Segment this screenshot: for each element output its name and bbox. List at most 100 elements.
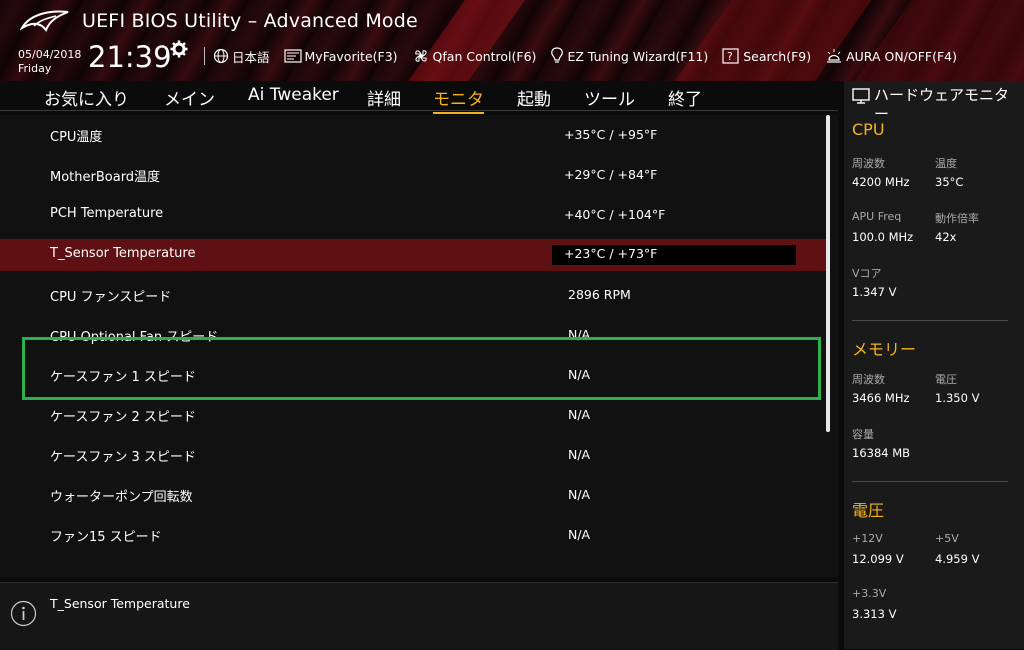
section-divider [852, 481, 1008, 482]
item-label: CPU温度 [50, 130, 103, 145]
item-value: N/A [568, 367, 591, 382]
monitor-settings-list: CPU温度 +35°C / +95°F MotherBoard温度 +29°C … [0, 115, 838, 577]
list-item[interactable]: ケースファン 3 スピード N/A [0, 439, 826, 471]
search-icon: ? [722, 48, 739, 64]
list-item[interactable]: CPU Optional Fan スピード N/A [0, 319, 826, 351]
list-item[interactable]: CPU ファンスピード 2896 RPM [0, 279, 826, 311]
header-decoration [647, 0, 893, 81]
item-value: N/A [568, 327, 591, 342]
item-label: CPU Optional Fan スピード [50, 330, 219, 345]
item-value: +29°C / +84°F [564, 167, 658, 182]
toolbar-divider [204, 47, 205, 65]
monitor-title-text: ハードウェアモニター [874, 86, 1010, 123]
v12-value: 12.099 V [852, 552, 904, 566]
list-item[interactable]: PCH Temperature +40°C / +104°F [0, 199, 826, 231]
tab-exit[interactable]: 終了 [668, 85, 702, 110]
item-value: +23°C / +73°F [552, 245, 796, 265]
item-value: +35°C / +95°F [564, 127, 658, 142]
item-value: N/A [568, 407, 591, 422]
cpu-freq-label: 周波数 [852, 157, 885, 170]
apu-freq-label: APU Freq [852, 210, 902, 223]
mem-freq-label: 周波数 [852, 373, 885, 386]
mem-capacity-value: 16384 MB [852, 446, 911, 460]
ez-tuning-wizard-label: EZ Tuning Wizard(F11) [567, 48, 709, 64]
help-bar: T_Sensor Temperature [0, 582, 838, 650]
scrollbar[interactable] [826, 115, 830, 432]
hardware-monitor-panel: ハードウェアモニター CPU 周波数 温度 4200 MHz 35°C APU … [844, 81, 1024, 649]
qfan-control-button[interactable]: Qfan Control(F6) [412, 47, 537, 65]
tab-favorites[interactable]: お気に入り [44, 85, 129, 110]
item-label: ケースファン 3 スピード [50, 450, 196, 465]
vcore-label: Vコア [852, 267, 882, 280]
search-button[interactable]: ? Search(F9) [722, 48, 811, 64]
cpu-freq-value: 4200 MHz [852, 175, 910, 189]
v33-value: 3.313 V [852, 607, 897, 621]
search-label: Search(F9) [743, 48, 812, 64]
ratio-value: 42x [935, 230, 957, 244]
item-label: CPU ファンスピード [50, 290, 172, 305]
item-label: T_Sensor Temperature [50, 246, 196, 261]
item-label: ケースファン 1 スピード [50, 370, 196, 385]
cpu-temp-label: 温度 [935, 157, 957, 170]
fan-icon [414, 50, 427, 62]
globe-icon [213, 48, 229, 64]
tab-tool[interactable]: ツール [584, 85, 635, 110]
list-item[interactable]: ウォーターポンプ回転数 N/A [0, 479, 826, 511]
item-label: ウォーターポンプ回転数 [50, 490, 193, 505]
help-text: T_Sensor Temperature [50, 596, 190, 611]
list-item[interactable]: ファン15 スピード N/A [0, 519, 826, 551]
qfan-control-label: Qfan Control(F6) [432, 48, 537, 64]
v5-value: 4.959 V [935, 552, 980, 566]
gear-icon[interactable] [170, 40, 188, 58]
clock-time[interactable]: 21:39 [88, 40, 172, 74]
mem-volt-label: 電圧 [935, 373, 957, 386]
svg-text:?: ? [727, 50, 733, 63]
myfavorite-button[interactable]: MyFavorite(F3) [283, 49, 398, 64]
item-label: ケースファン 2 スピード [50, 410, 196, 425]
rog-logo-icon [20, 10, 69, 33]
v12-label: +12V [852, 532, 883, 545]
v33-label: +3.3V [852, 587, 887, 600]
app-title: UEFI BIOS Utility – Advanced Mode [82, 10, 418, 32]
day-text: Friday [18, 62, 52, 75]
mem-capacity-label: 容量 [852, 428, 874, 441]
monitor-icon [852, 88, 870, 104]
main-menu: お気に入り メイン Ai Tweaker 詳細 モニタ 起動 ツール 終了 [0, 81, 838, 114]
cpu-heading: CPU [852, 120, 885, 139]
ratio-label: 動作倍率 [935, 212, 979, 225]
header-toolbar: 日本語 MyFavorite(F3) Qfan Control(F6) EZ T… [200, 45, 971, 67]
cpu-temp-value: 35°C [935, 175, 964, 189]
aura-toggle-label: AURA ON/OFF(F4) [846, 48, 958, 64]
item-value: +40°C / +104°F [564, 207, 666, 222]
aura-icon [827, 49, 842, 63]
tab-main[interactable]: メイン [164, 85, 215, 110]
header-bar: UEFI BIOS Utility – Advanced Mode 05/04/… [0, 0, 1024, 81]
list-item[interactable]: ケースファン 2 スピード N/A [0, 399, 826, 431]
aura-toggle-button[interactable]: AURA ON/OFF(F4) [825, 48, 957, 64]
language-button[interactable]: 日本語 [213, 47, 270, 66]
vcore-value: 1.347 V [852, 285, 897, 299]
mem-volt-value: 1.350 V [935, 391, 980, 405]
memory-heading: メモリー [852, 340, 917, 359]
item-value: N/A [568, 487, 591, 502]
item-label: PCH Temperature [50, 206, 164, 221]
list-item-selected[interactable]: T_Sensor Temperature +23°C / +73°F [0, 239, 826, 271]
list-item[interactable]: ケースファン 1 スピード N/A [0, 359, 826, 391]
item-value: N/A [568, 447, 591, 462]
item-label: MotherBoard温度 [50, 170, 161, 185]
list-item[interactable]: CPU温度 +35°C / +95°F [0, 119, 826, 151]
section-divider [852, 320, 1008, 321]
tab-boot[interactable]: 起動 [517, 85, 551, 110]
item-value: N/A [568, 527, 591, 542]
tab-ai-tweaker[interactable]: Ai Tweaker [248, 85, 339, 105]
mem-freq-value: 3466 MHz [852, 391, 910, 405]
language-label: 日本語 [232, 49, 270, 65]
ez-tuning-wizard-button[interactable]: EZ Tuning Wizard(F11) [550, 47, 708, 65]
menu-divider [0, 110, 838, 111]
tab-monitor[interactable]: モニタ [433, 85, 484, 114]
tab-advanced[interactable]: 詳細 [367, 85, 401, 110]
voltage-heading: 電圧 [852, 501, 885, 520]
date-text: 05/04/2018 [18, 48, 82, 61]
info-icon [10, 600, 37, 627]
list-item[interactable]: MotherBoard温度 +29°C / +84°F [0, 159, 826, 191]
